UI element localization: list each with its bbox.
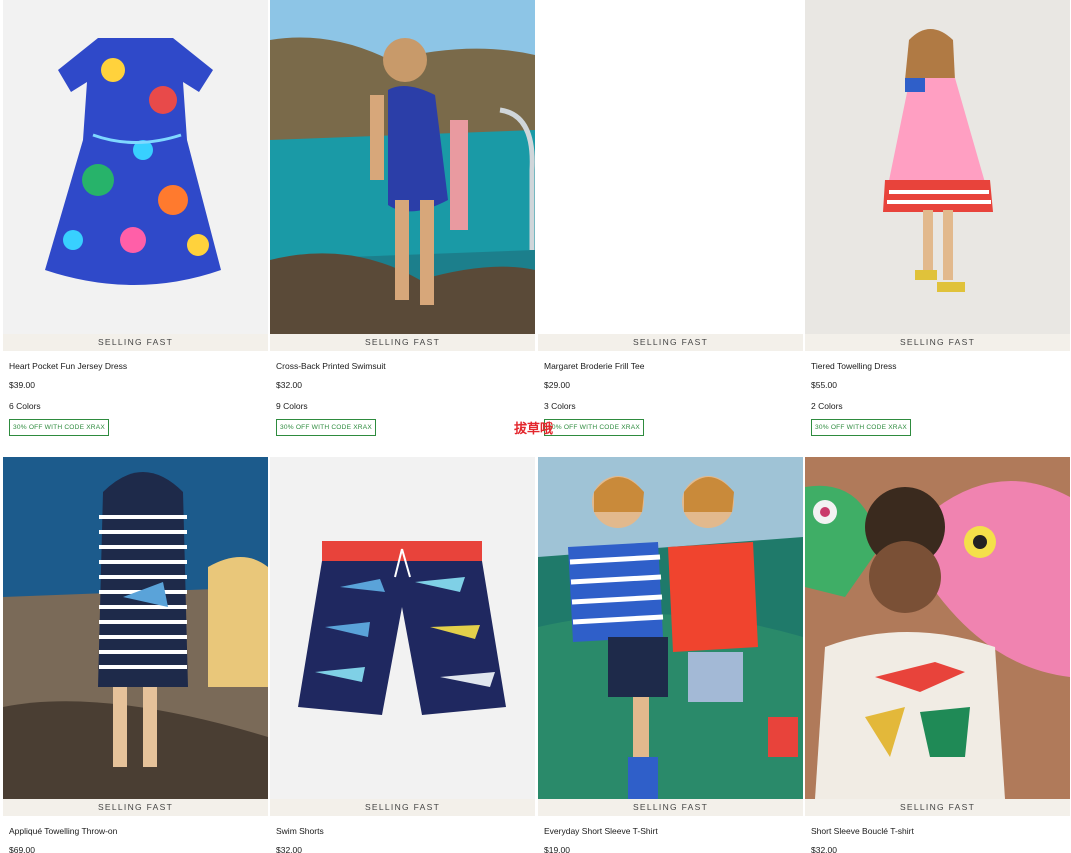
selling-fast-badge: SELLING FAST — [3, 799, 268, 816]
product-price: $69.00 — [9, 845, 35, 853]
product-price: $32.00 — [276, 380, 302, 390]
product-card[interactable]: SELLING FAST Swim Shorts $32.00 — [270, 457, 535, 853]
product-card[interactable]: SELLING FAST Everyday Short Sleeve T-Shi… — [538, 457, 803, 853]
product-price: $32.00 — [811, 845, 837, 853]
product-price: $39.00 — [9, 380, 35, 390]
promo-code-badge: 30% OFF WITH CODE XRAX — [9, 419, 109, 436]
product-price: $32.00 — [276, 845, 302, 853]
selling-fast-badge: SELLING FAST — [538, 334, 803, 351]
color-count[interactable]: 6 Colors — [9, 401, 262, 411]
product-name[interactable]: Cross-Back Printed Swimsuit — [276, 361, 529, 371]
product-name[interactable]: Margaret Broderie Frill Tee — [544, 361, 797, 371]
product-name[interactable]: Everyday Short Sleeve T-Shirt — [544, 826, 797, 836]
product-image[interactable] — [270, 0, 535, 334]
product-image[interactable] — [3, 457, 268, 799]
color-count[interactable]: 9 Colors — [276, 401, 529, 411]
product-price: $19.00 — [544, 845, 570, 853]
product-image[interactable] — [3, 0, 268, 334]
product-name[interactable]: Appliqué Towelling Throw-on — [9, 826, 262, 836]
product-card[interactable]: SELLING FAST Tiered Towelling Dress $55.… — [805, 0, 1070, 436]
product-image[interactable] — [538, 457, 803, 799]
product-card[interactable]: SELLING FAST Appliqué Towelling Throw-on… — [3, 457, 268, 853]
product-card[interactable]: SELLING FAST Heart Pocket Fun Jersey Dre… — [3, 0, 268, 436]
product-name[interactable]: Tiered Towelling Dress — [811, 361, 1064, 371]
product-image[interactable] — [538, 0, 803, 334]
product-image[interactable] — [805, 0, 1070, 334]
product-image[interactable] — [805, 457, 1070, 799]
product-name[interactable]: Short Sleeve Bouclé T-shirt — [811, 826, 1064, 836]
product-card[interactable]: SELLING FAST Cross-Back Printed Swimsuit… — [270, 0, 535, 436]
selling-fast-badge: SELLING FAST — [3, 334, 268, 351]
selling-fast-badge: SELLING FAST — [270, 799, 535, 816]
product-name[interactable]: Swim Shorts — [276, 826, 529, 836]
product-card[interactable]: SELLING FAST Margaret Broderie Frill Tee… — [538, 0, 803, 436]
product-name[interactable]: Heart Pocket Fun Jersey Dress — [9, 361, 262, 371]
product-price: $29.00 — [544, 380, 570, 390]
promo-code-badge: 30% OFF WITH CODE XRAX — [544, 419, 644, 436]
color-count[interactable]: 2 Colors — [811, 401, 1064, 411]
selling-fast-badge: SELLING FAST — [805, 334, 1070, 351]
promo-code-badge: 30% OFF WITH CODE XRAX — [811, 419, 911, 436]
product-card[interactable]: SELLING FAST Short Sleeve Bouclé T-shirt… — [805, 457, 1070, 853]
selling-fast-badge: SELLING FAST — [270, 334, 535, 351]
color-count[interactable]: 3 Colors — [544, 401, 797, 411]
product-price: $55.00 — [811, 380, 837, 390]
product-image[interactable] — [270, 457, 535, 799]
overlay-watermark-text: 拔草哦 — [514, 422, 554, 437]
selling-fast-badge: SELLING FAST — [805, 799, 1070, 816]
promo-code-badge: 30% OFF WITH CODE XRAX — [276, 419, 376, 436]
selling-fast-badge: SELLING FAST — [538, 799, 803, 816]
